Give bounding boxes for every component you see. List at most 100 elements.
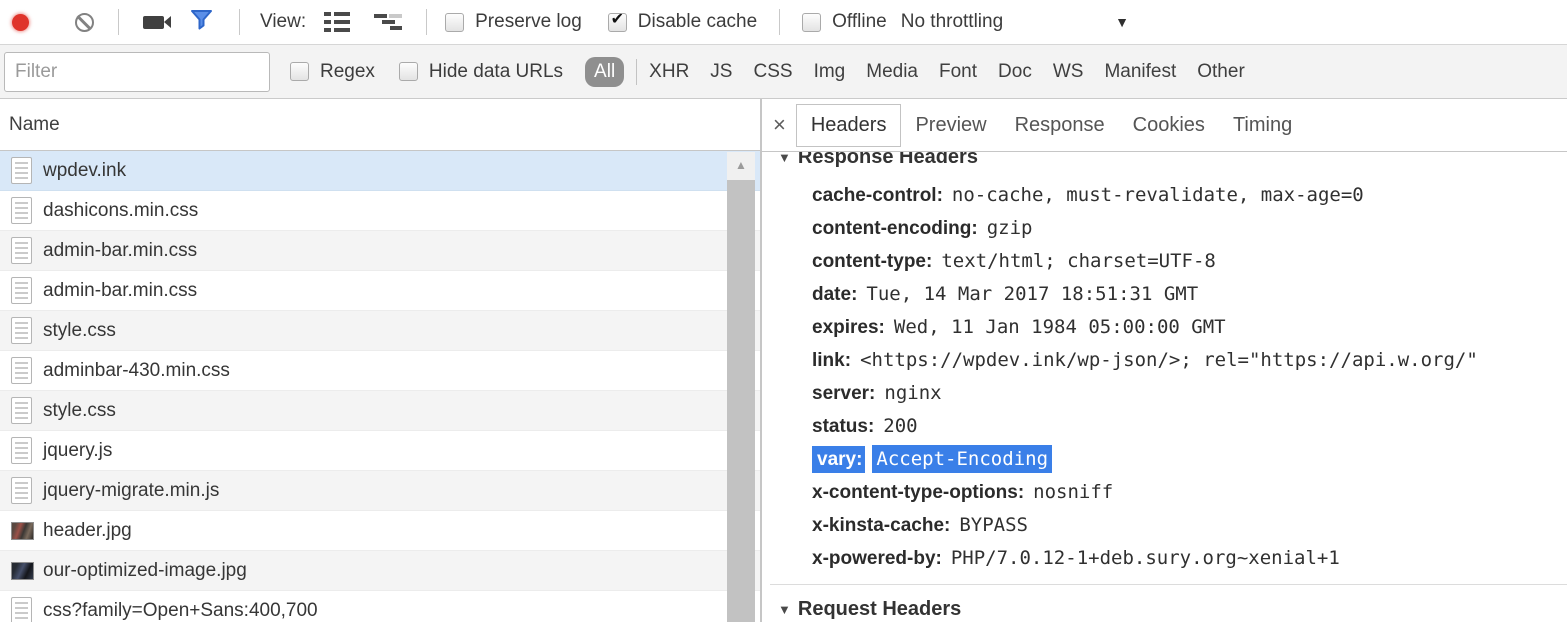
table-row[interactable]: dashicons.min.css — [0, 191, 760, 231]
checkbox-unchecked-icon[interactable] — [290, 62, 309, 81]
toolbar-divider — [779, 9, 780, 35]
table-row[interactable]: admin-bar.min.css — [0, 271, 760, 311]
filter-type-js[interactable]: JS — [710, 61, 732, 83]
scrollbar[interactable]: ▲ — [727, 152, 755, 622]
filter-type-ws[interactable]: WS — [1053, 61, 1084, 83]
response-headers-list: cache-control: no-cache, must-revalidate,… — [812, 179, 1567, 575]
filter-type-media[interactable]: Media — [866, 61, 918, 83]
request-name: admin-bar.min.css — [43, 240, 197, 262]
response-headers-section-header[interactable]: ▼ Response Headers — [778, 152, 1567, 169]
hide-data-urls-checkbox[interactable]: Hide data URLs — [399, 61, 563, 83]
filter-type-manifest[interactable]: Manifest — [1104, 61, 1176, 83]
record-icon[interactable] — [12, 14, 29, 31]
filter-type-img[interactable]: Img — [814, 61, 846, 83]
tab-timing[interactable]: Timing — [1219, 105, 1306, 146]
table-row[interactable]: our-optimized-image.jpg — [0, 551, 760, 591]
checkbox-unchecked-icon[interactable] — [445, 13, 464, 32]
table-row[interactable]: jquery.js — [0, 431, 760, 471]
request-name: style.css — [43, 400, 116, 422]
network-toolbar: View: Preserve log ✔ Disable cache Offli… — [0, 0, 1567, 45]
header-line: date:Tue, 14 Mar 2017 18:51:31 GMT — [812, 278, 1567, 311]
table-row[interactable]: style.css — [0, 311, 760, 351]
document-icon — [11, 437, 32, 464]
tab-headers[interactable]: Headers — [796, 104, 902, 147]
request-name: adminbar-430.min.css — [43, 360, 230, 382]
screenshot-camera-icon[interactable] — [143, 16, 164, 29]
filter-bar: Regex Hide data URLs All XHR JS CSS Img … — [0, 45, 1567, 99]
document-icon — [11, 597, 32, 622]
table-row[interactable]: admin-bar.min.css — [0, 231, 760, 271]
document-icon — [11, 197, 32, 224]
tab-response[interactable]: Response — [1001, 105, 1119, 146]
throttling-select[interactable]: No throttling — [901, 11, 1003, 33]
disable-cache-checkbox[interactable]: ✔ Disable cache — [608, 11, 757, 33]
disclosure-triangle-icon: ▼ — [778, 152, 791, 165]
regex-label: Regex — [320, 61, 375, 83]
header-line: expires:Wed, 11 Jan 1984 05:00:00 GMT — [812, 311, 1567, 344]
document-icon — [11, 317, 32, 344]
disable-cache-label: Disable cache — [638, 11, 757, 33]
section-title: Response Headers — [798, 152, 978, 169]
close-icon[interactable]: × — [773, 114, 786, 136]
section-divider — [770, 584, 1567, 585]
section-title: Request Headers — [798, 598, 961, 621]
header-line: server:nginx — [812, 377, 1567, 410]
document-icon — [11, 477, 32, 504]
header-key: x-content-type-options: — [812, 482, 1024, 503]
checkbox-checked-icon[interactable]: ✔ — [608, 13, 627, 32]
request-name: our-optimized-image.jpg — [43, 560, 247, 582]
table-row[interactable]: css?family=Open+Sans:400,700 — [0, 591, 760, 622]
filter-type-font[interactable]: Font — [939, 61, 977, 83]
checkbox-unchecked-icon[interactable] — [802, 13, 821, 32]
filter-type-doc[interactable]: Doc — [998, 61, 1032, 83]
tab-preview[interactable]: Preview — [901, 105, 1000, 146]
scrollbar-thumb[interactable] — [727, 180, 755, 622]
filter-type-css[interactable]: CSS — [753, 61, 792, 83]
table-row[interactable]: header.jpg — [0, 511, 760, 551]
offline-checkbox[interactable]: Offline — [802, 11, 887, 33]
chevron-down-icon[interactable]: ▼ — [1115, 14, 1129, 30]
request-headers-section-header[interactable]: ▼ Request Headers — [778, 598, 1567, 621]
header-value: no-cache, must-revalidate, max-age=0 — [952, 184, 1364, 206]
large-rows-toggle-icon[interactable] — [324, 12, 350, 32]
table-row[interactable]: style.css — [0, 391, 760, 431]
header-key: content-encoding: — [812, 218, 978, 239]
table-row[interactable]: adminbar-430.min.css — [0, 351, 760, 391]
header-value: BYPASS — [959, 514, 1028, 536]
request-name: css?family=Open+Sans:400,700 — [43, 600, 318, 622]
toolbar-divider — [239, 9, 240, 35]
offline-label: Offline — [832, 11, 887, 33]
request-name: jquery.js — [43, 440, 112, 462]
checkbox-unchecked-icon[interactable] — [399, 62, 418, 81]
request-name: admin-bar.min.css — [43, 280, 197, 302]
filter-funnel-icon[interactable] — [190, 8, 213, 36]
request-name: wpdev.ink — [43, 160, 126, 182]
filter-type-other[interactable]: Other — [1197, 61, 1245, 83]
request-name: style.css — [43, 320, 116, 342]
request-rows: wpdev.ink dashicons.min.css admin-bar.mi… — [0, 151, 760, 622]
devtools-network-panel: View: Preserve log ✔ Disable cache Offli… — [0, 0, 1567, 622]
table-row[interactable]: jquery-migrate.min.js — [0, 471, 760, 511]
header-value: gzip — [987, 217, 1033, 239]
name-column-header[interactable]: Name — [0, 99, 760, 151]
table-row[interactable]: wpdev.ink — [0, 151, 760, 191]
regex-checkbox[interactable]: Regex — [290, 61, 375, 83]
scroll-up-icon[interactable]: ▲ — [727, 152, 755, 178]
tab-cookies[interactable]: Cookies — [1119, 105, 1219, 146]
filter-type-all[interactable]: All — [585, 57, 624, 87]
network-main: Name wpdev.ink dashicons.min.css admin-b… — [0, 99, 1567, 622]
document-icon — [11, 157, 32, 184]
header-key: cache-control: — [812, 185, 943, 206]
filter-type-xhr[interactable]: XHR — [649, 61, 689, 83]
header-value: nosniff — [1033, 481, 1113, 503]
hide-data-urls-label: Hide data URLs — [429, 61, 563, 83]
clear-icon[interactable] — [75, 13, 94, 32]
filter-input[interactable] — [4, 52, 270, 92]
header-line-highlighted: vary:Accept-Encoding — [812, 443, 1567, 476]
image-thumbnail-icon — [11, 522, 34, 540]
preserve-log-checkbox[interactable]: Preserve log — [445, 11, 582, 33]
overview-toggle-icon[interactable] — [374, 13, 404, 31]
header-key: vary: — [812, 446, 865, 473]
document-icon — [11, 237, 32, 264]
view-label: View: — [260, 11, 306, 33]
